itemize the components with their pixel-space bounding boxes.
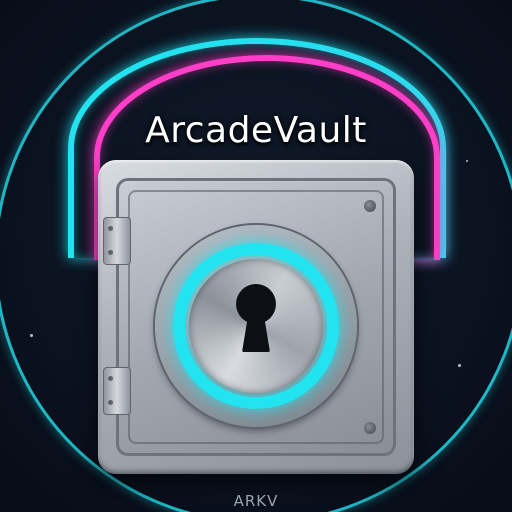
star-dot [466,160,468,162]
hinge-top [104,218,130,264]
bolt-top-right [364,200,376,212]
star-dot [458,364,461,367]
star-dot [30,334,33,337]
logo-canvas: ArcadeVault ARKV [0,0,512,512]
bolt-bottom-right [364,422,376,434]
brand-title: ArcadeVault [145,110,367,151]
brand-caption: ARKV [233,492,279,510]
hinge-bottom [104,368,130,414]
